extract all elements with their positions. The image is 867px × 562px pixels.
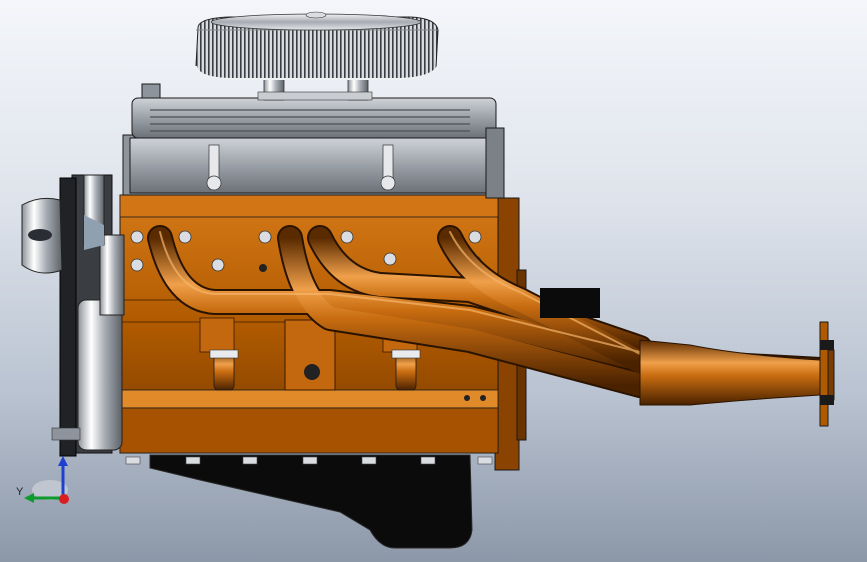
oil-pan[interactable] bbox=[125, 454, 493, 549]
sensor-port bbox=[304, 364, 320, 380]
x-axis-origin bbox=[59, 494, 69, 504]
y-axis-label: Y bbox=[16, 486, 24, 498]
z-axis-label: Z bbox=[61, 442, 68, 454]
air-cleaner[interactable] bbox=[195, 11, 439, 101]
3d-viewport[interactable]: Z Y bbox=[0, 0, 867, 562]
front-pulley-drive[interactable] bbox=[21, 174, 125, 457]
valve-cover[interactable] bbox=[122, 83, 505, 199]
engine-model[interactable] bbox=[0, 0, 867, 562]
view-orientation-triad[interactable]: Z Y bbox=[8, 440, 78, 510]
